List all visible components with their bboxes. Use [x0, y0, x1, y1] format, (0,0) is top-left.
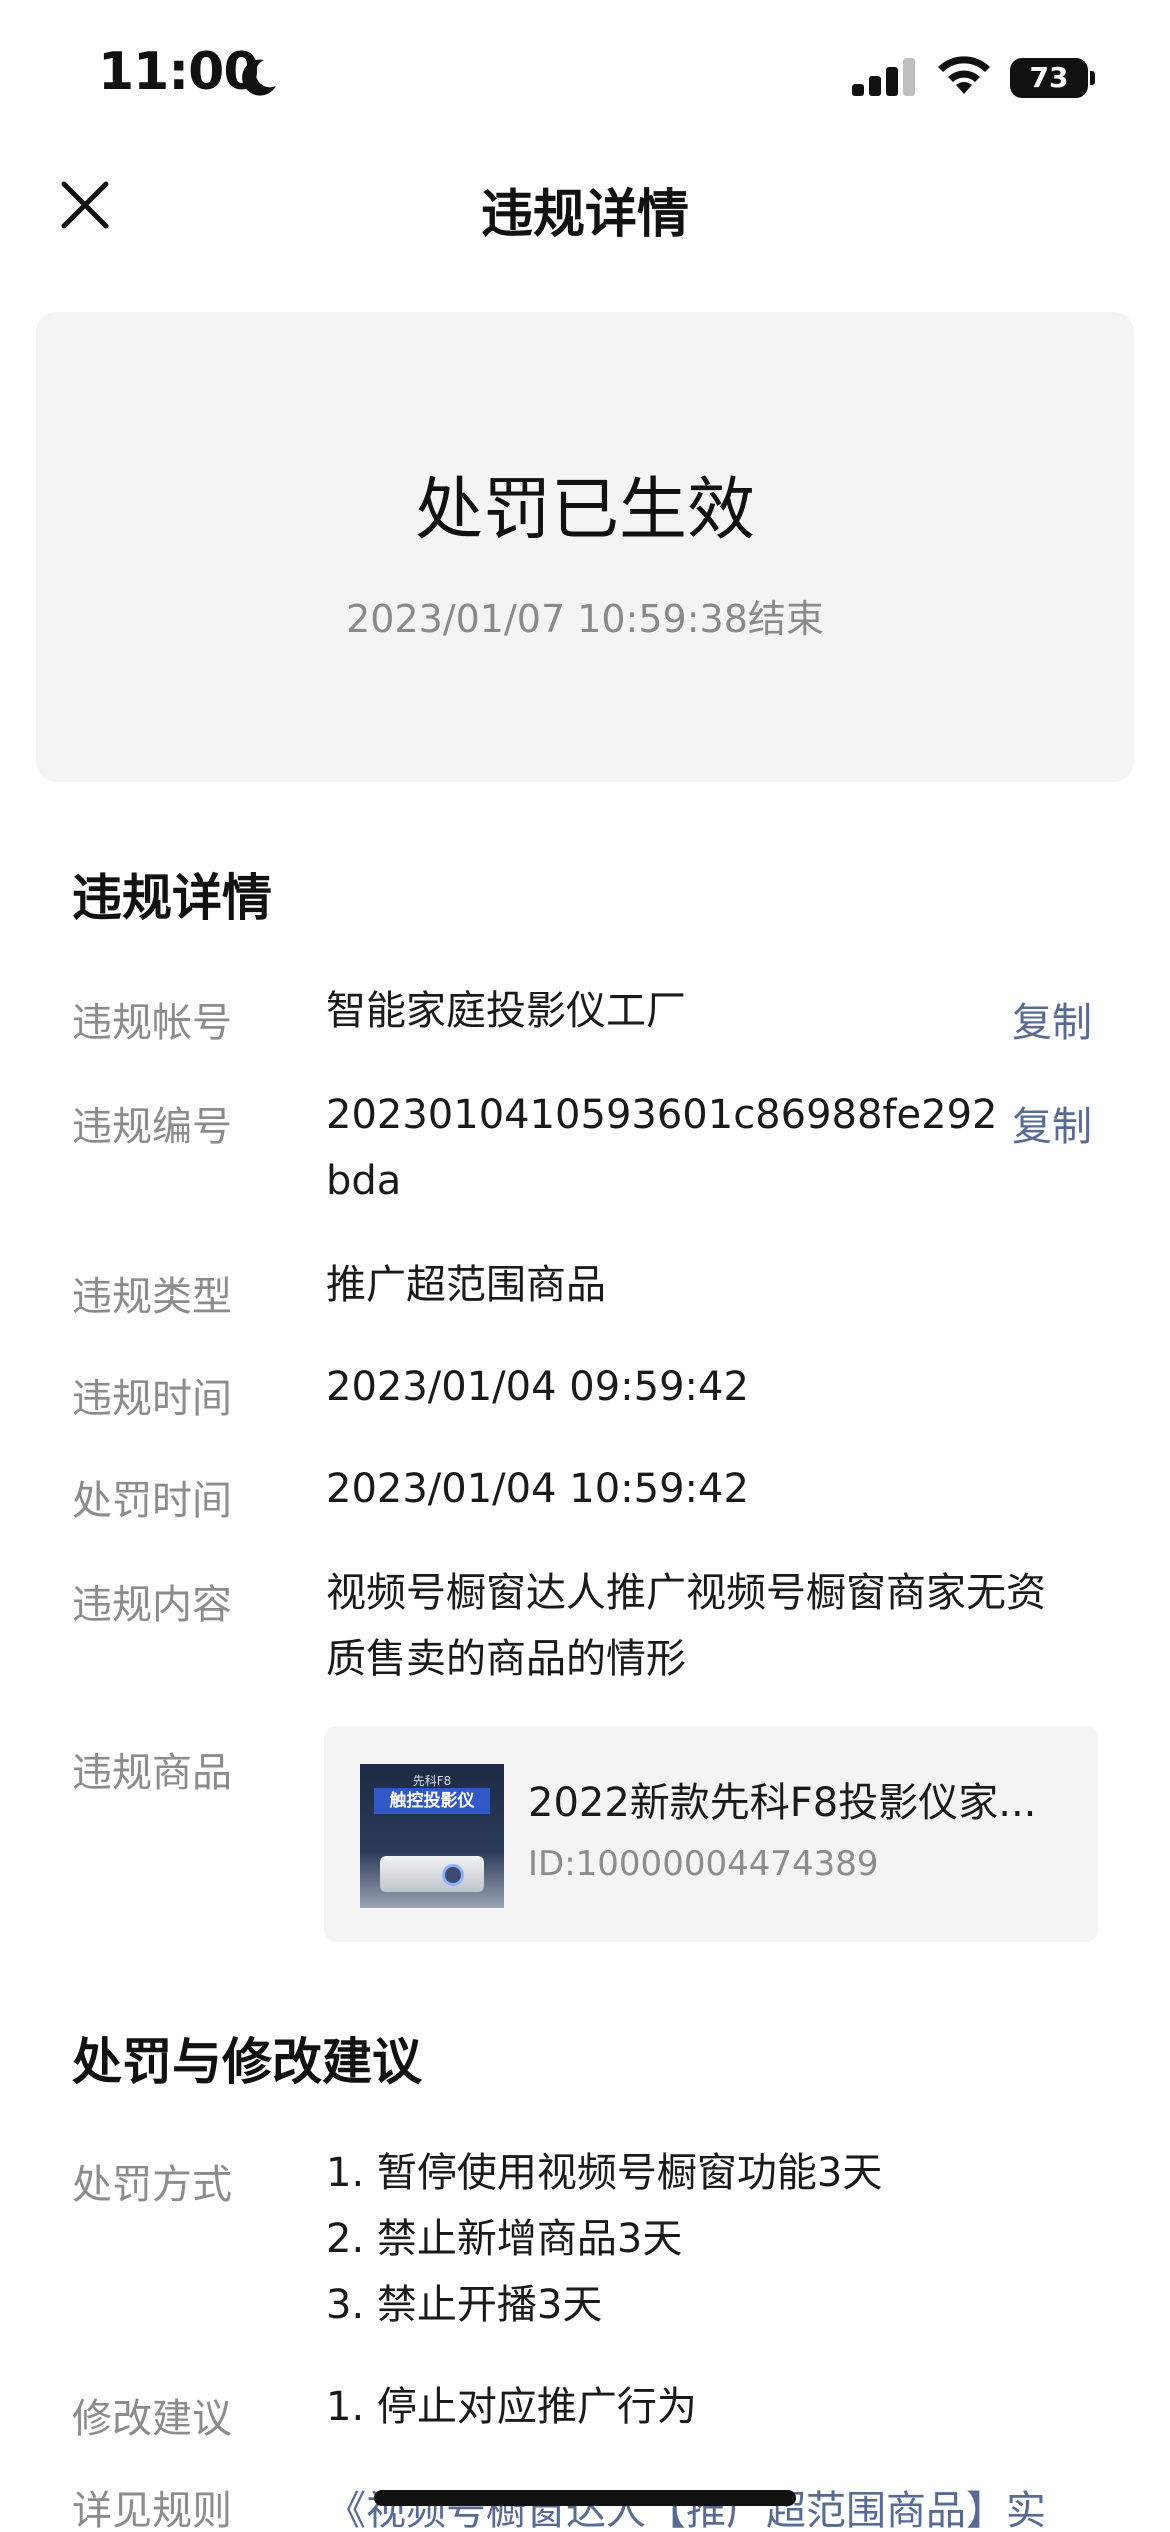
- number-value-line1: 2023010410593601c86988fe292: [326, 1092, 998, 1138]
- copy-number-button[interactable]: 复制: [1012, 1094, 1092, 1152]
- battery-icon: 73: [1010, 58, 1088, 98]
- wifi-icon: [938, 56, 990, 94]
- product-id: ID:10000004474389: [528, 1844, 879, 1884]
- account-value: 智能家庭投影仪工厂: [326, 988, 686, 1034]
- content-value-line1: 视频号橱窗达人推广视频号橱窗商家无资: [326, 1570, 1046, 1616]
- product-name: 2022新款先科F8投影仪家...: [528, 1780, 1037, 1826]
- penalty-method-3: 3. 禁止开播3天: [326, 2282, 603, 2328]
- close-icon[interactable]: [58, 178, 112, 232]
- penalty-end-time: 2023/01/07 10:59:38结束: [346, 597, 824, 641]
- penalty-status-card: 处罚已生效 2023/01/07 10:59:38结束: [36, 312, 1134, 782]
- violation-section-title: 违规详情: [72, 869, 272, 927]
- projector-lens: [442, 1864, 464, 1886]
- content-value-line2: 质售卖的商品的情形: [326, 1636, 686, 1682]
- page: 11:00 73 违规详情 处罚已生效 2023/01/07 10:59:38结…: [0, 0, 1170, 2532]
- penalty-method-1: 1. 暂停使用视频号橱窗功能3天: [326, 2150, 883, 2196]
- moon-icon: [242, 59, 276, 96]
- page-title: 违规详情: [480, 185, 689, 245]
- type-label: 违规类型: [72, 1274, 232, 1320]
- rules-label: 详见规则: [72, 2488, 232, 2532]
- status-bar: 11:00 73: [0, 0, 1170, 150]
- copy-account-button[interactable]: 复制: [1012, 990, 1092, 1048]
- thumb-label: 触控投影仪: [374, 1788, 490, 1814]
- product-card[interactable]: 先科F8 触控投影仪 2022新款先科F8投影仪家... ID:10000004…: [324, 1726, 1098, 1942]
- product-label: 违规商品: [72, 1750, 232, 1796]
- violation-time-label: 违规时间: [72, 1376, 232, 1422]
- type-value: 推广超范围商品: [326, 1262, 606, 1308]
- penalty-method-2: 2. 禁止新增商品3天: [326, 2216, 683, 2262]
- penalty-time-value: 2023/01/04 10:59:42: [326, 1466, 749, 1512]
- home-indicator: [374, 2490, 796, 2506]
- projector-image: [380, 1856, 484, 1892]
- suggestion-label: 修改建议: [72, 2396, 232, 2442]
- number-label: 违规编号: [72, 1104, 232, 1150]
- violation-time-value: 2023/01/04 09:59:42: [326, 1364, 749, 1410]
- number-value-line2: bda: [326, 1158, 402, 1204]
- penalty-status-title: 处罚已生效: [414, 471, 755, 550]
- battery-tip: [1090, 71, 1095, 85]
- signal-icon: [852, 58, 915, 96]
- content-label: 违规内容: [72, 1582, 232, 1628]
- status-time: 11:00: [98, 42, 260, 102]
- penalty-method-label: 处罚方式: [72, 2162, 232, 2208]
- product-thumbnail: 先科F8 触控投影仪: [360, 1764, 504, 1908]
- penalty-section-title: 处罚与修改建议: [72, 2033, 422, 2091]
- suggestion-value: 1. 停止对应推广行为: [326, 2384, 697, 2430]
- penalty-time-label: 处罚时间: [72, 1478, 232, 1524]
- account-label: 违规帐号: [72, 1000, 232, 1046]
- thumb-brand: 先科F8: [412, 1774, 452, 1788]
